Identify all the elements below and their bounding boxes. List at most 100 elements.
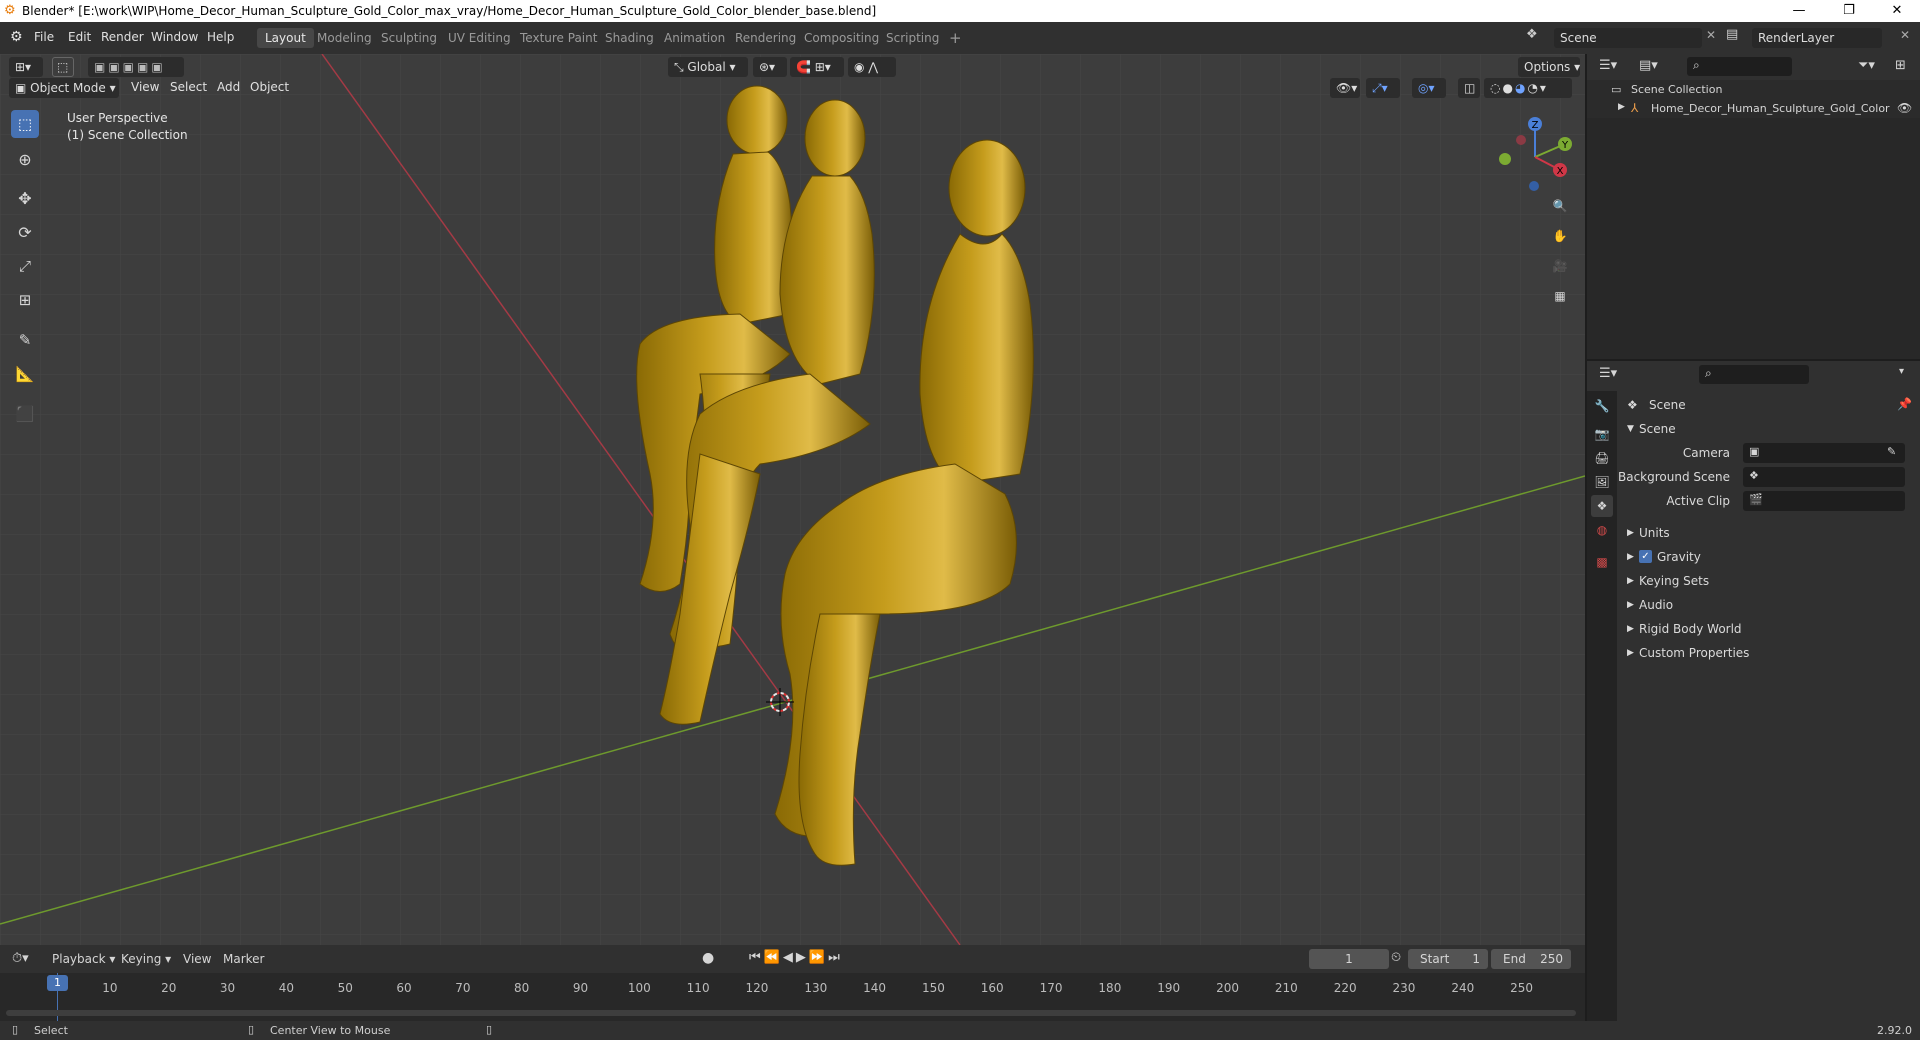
maximize-button[interactable]: ❐ [1826, 0, 1872, 22]
active-clip-field[interactable]: 🎬 [1743, 491, 1905, 511]
marker-menu[interactable]: Marker [223, 952, 264, 966]
tab-rendering[interactable]: Rendering [727, 28, 804, 48]
start-frame-field[interactable]: Start 1 [1408, 949, 1488, 969]
tool-select-box-icon[interactable]: ⬚ [11, 110, 39, 138]
add-workspace-button[interactable]: + [941, 26, 970, 47]
timeline-editor-type-icon[interactable]: ⏱▾ [12, 951, 29, 966]
keying-sets-subpanel[interactable]: ▶ Keying Sets [1627, 571, 1912, 593]
outliner-row-root[interactable]: ▭ Scene Collection [1587, 80, 1920, 99]
tab-texture-paint[interactable]: Texture Paint [512, 28, 605, 48]
properties-editor-type-icon[interactable]: ☰▾ [1599, 366, 1617, 381]
background-scene-field[interactable]: ❖ [1743, 467, 1905, 487]
3d-viewport[interactable]: ⊞▾ ⬚ ▣▣▣▣▣ ⤡ Global ▾ ⊛▾ 🧲 ⊞▾ ◉ ⋀ Option… [0, 54, 1585, 945]
perspective-toggle-icon[interactable]: ▦ [1546, 282, 1574, 310]
navigation-gizmo[interactable]: Z Y X [1490, 112, 1580, 202]
tool-add-cube-icon[interactable]: ⬛ [11, 400, 39, 428]
blender-menu-icon[interactable]: ⚙ [10, 29, 23, 45]
viewport-menu-view[interactable]: View [131, 80, 159, 94]
clock-icon[interactable]: ⏲ [1391, 950, 1401, 965]
outliner-row-object[interactable]: ▶ ⅄ Home_Decor_Human_Sculpture_Gold_Colo… [1587, 99, 1920, 118]
tab-layout[interactable]: Layout [257, 28, 314, 48]
pivot-point-dropdown[interactable]: ⊛▾ [753, 57, 787, 77]
scene-panel-header[interactable]: Scene [1639, 422, 1676, 436]
record-icon[interactable]: ● [702, 950, 714, 966]
tab-compositing[interactable]: Compositing [796, 28, 887, 48]
camera-field[interactable]: ▣ ✎ [1743, 443, 1905, 463]
close-scene-icon[interactable]: ✕ [1706, 28, 1716, 42]
selection-mode-buttons[interactable]: ▣▣▣▣▣ [88, 57, 184, 77]
zoom-icon[interactable]: 🔍 [1546, 192, 1574, 220]
units-subpanel[interactable]: ▶ Units [1627, 523, 1912, 545]
menu-render[interactable]: Render [101, 30, 144, 44]
audio-subpanel[interactable]: ▶ Audio [1627, 595, 1912, 617]
playback-menu[interactable]: Playback ▾ [52, 952, 115, 966]
render-tab-icon[interactable]: 📷 [1591, 423, 1613, 445]
panel-collapse-icon[interactable]: ▼ [1627, 424, 1634, 434]
properties-options-icon[interactable]: ▾ [1899, 366, 1904, 377]
outliner-editor-type-icon[interactable]: ☰▾ [1599, 58, 1617, 73]
viewport-menu-object[interactable]: Object [250, 80, 289, 94]
properties-search-input[interactable]: ⌕ [1699, 365, 1809, 384]
outliner-search-input[interactable]: ⌕ [1687, 57, 1792, 76]
gravity-checkbox[interactable]: ✓ [1639, 550, 1652, 563]
tool-annotate-icon[interactable]: ✎ [11, 326, 39, 354]
tab-sculpting[interactable]: Sculpting [373, 28, 445, 48]
new-collection-icon[interactable]: ⊞ [1895, 58, 1906, 73]
tab-scripting[interactable]: Scripting [878, 28, 947, 48]
custom-properties-subpanel[interactable]: ▶ Custom Properties [1627, 643, 1912, 665]
pin-icon[interactable]: 📌 [1897, 397, 1912, 411]
tool-rotate-icon[interactable]: ⟳ [11, 218, 39, 246]
expand-arrow-icon[interactable]: ▶ [1618, 102, 1625, 112]
snapping-dropdown[interactable]: 🧲 ⊞▾ [790, 57, 844, 77]
view-layer-icon[interactable]: ▤ [1726, 27, 1738, 42]
xray-toggle[interactable]: ◫ [1458, 78, 1480, 98]
end-frame-field[interactable]: End 250 [1491, 949, 1571, 969]
timeline-scrollbar[interactable] [6, 1010, 1576, 1016]
playback-controls[interactable]: ⏮⏪◀▶⏩⏭ [749, 950, 843, 965]
menu-window[interactable]: Window [151, 30, 198, 44]
tool-transform-icon[interactable]: ⊞ [11, 286, 39, 314]
close-view-layer-icon[interactable]: ✕ [1900, 28, 1910, 42]
scene-selector-icon[interactable]: ❖ [1526, 27, 1548, 47]
tool-select-icon[interactable]: ⬚ [52, 57, 74, 77]
tool-move-icon[interactable]: ✥ [11, 184, 39, 212]
pan-hand-icon[interactable]: ✋ [1546, 222, 1574, 250]
scene-name-field[interactable]: Scene [1554, 28, 1702, 48]
editor-type-button[interactable]: ⊞▾ [9, 57, 43, 77]
gizmo-toggle[interactable]: ⤢▾ [1366, 78, 1400, 98]
current-frame-field[interactable]: 1 [1309, 949, 1389, 969]
display-mode-icon[interactable]: ▤▾ [1639, 58, 1658, 73]
tool-measure-icon[interactable]: 📐 [11, 360, 39, 388]
keying-menu[interactable]: Keying ▾ [121, 952, 171, 966]
tab-modeling[interactable]: Modeling [309, 28, 380, 48]
gravity-subpanel[interactable]: ▶ ✓ Gravity [1627, 547, 1912, 569]
transform-orientation-dropdown[interactable]: ⤡ Global ▾ [668, 57, 748, 77]
options-dropdown[interactable]: Options ▾ [1518, 57, 1580, 77]
minimize-button[interactable]: — [1776, 0, 1822, 22]
tool-scale-icon[interactable]: ⤢ [11, 252, 39, 280]
gizmo-neg-y-icon[interactable] [1499, 153, 1511, 165]
viewport-menu-select[interactable]: Select [170, 80, 207, 94]
tab-shading[interactable]: Shading [597, 28, 662, 48]
gizmo-neg-z-icon[interactable] [1529, 181, 1539, 191]
visibility-dropdown[interactable]: 👁▾ [1330, 78, 1360, 98]
menu-help[interactable]: Help [207, 30, 234, 44]
menu-file[interactable]: File [34, 30, 54, 44]
eye-icon[interactable]: 👁 [1897, 101, 1912, 115]
tab-uv-editing[interactable]: UV Editing [440, 28, 519, 48]
shading-mode-buttons[interactable]: ◌●◕◔▾ [1484, 78, 1572, 98]
proportional-editing-dropdown[interactable]: ◉ ⋀ [848, 57, 896, 77]
viewport-menu-add[interactable]: Add [217, 80, 240, 94]
playhead[interactable]: 1 [47, 975, 68, 991]
view-layer-field[interactable]: RenderLayer [1752, 28, 1882, 48]
gizmo-neg-x-icon[interactable] [1516, 135, 1526, 145]
world-tab-icon[interactable]: ◍ [1591, 519, 1613, 541]
camera-view-icon[interactable]: 🎥 [1546, 252, 1574, 280]
mode-dropdown[interactable]: ▣ Object Mode ▾ [9, 78, 119, 98]
close-button[interactable]: ✕ [1874, 0, 1920, 22]
menu-edit[interactable]: Edit [68, 30, 91, 44]
rigid-body-world-subpanel[interactable]: ▶ Rigid Body World [1627, 619, 1912, 641]
overlay-toggle[interactable]: ◎▾ [1412, 78, 1446, 98]
tab-animation[interactable]: Animation [656, 28, 733, 48]
tool-tab-icon[interactable]: 🔧 [1591, 395, 1613, 417]
